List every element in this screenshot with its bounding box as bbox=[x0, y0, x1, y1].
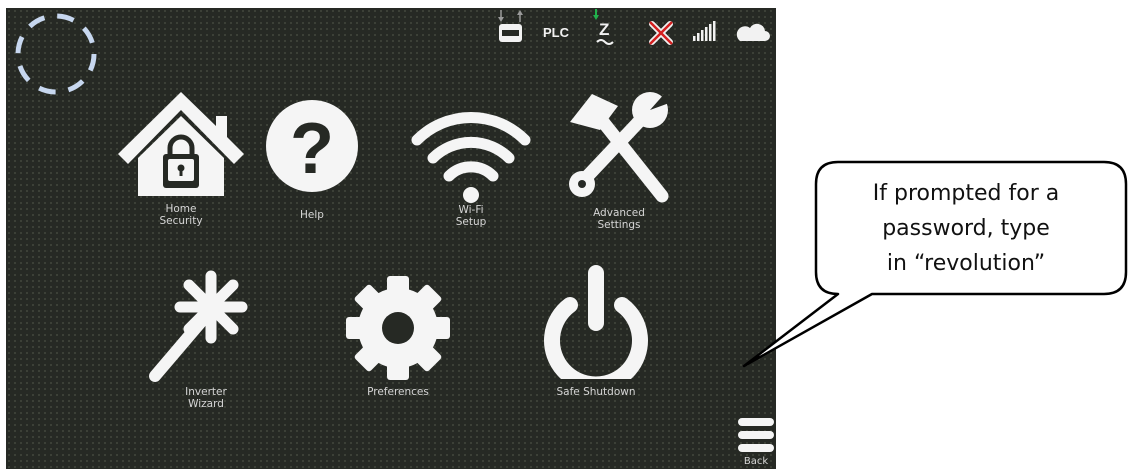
callout-text-line2: password, type bbox=[882, 216, 1050, 241]
callout-text-line3: in “revolution” bbox=[886, 251, 1046, 276]
callout-text-line1: If prompted for a bbox=[872, 181, 1060, 206]
